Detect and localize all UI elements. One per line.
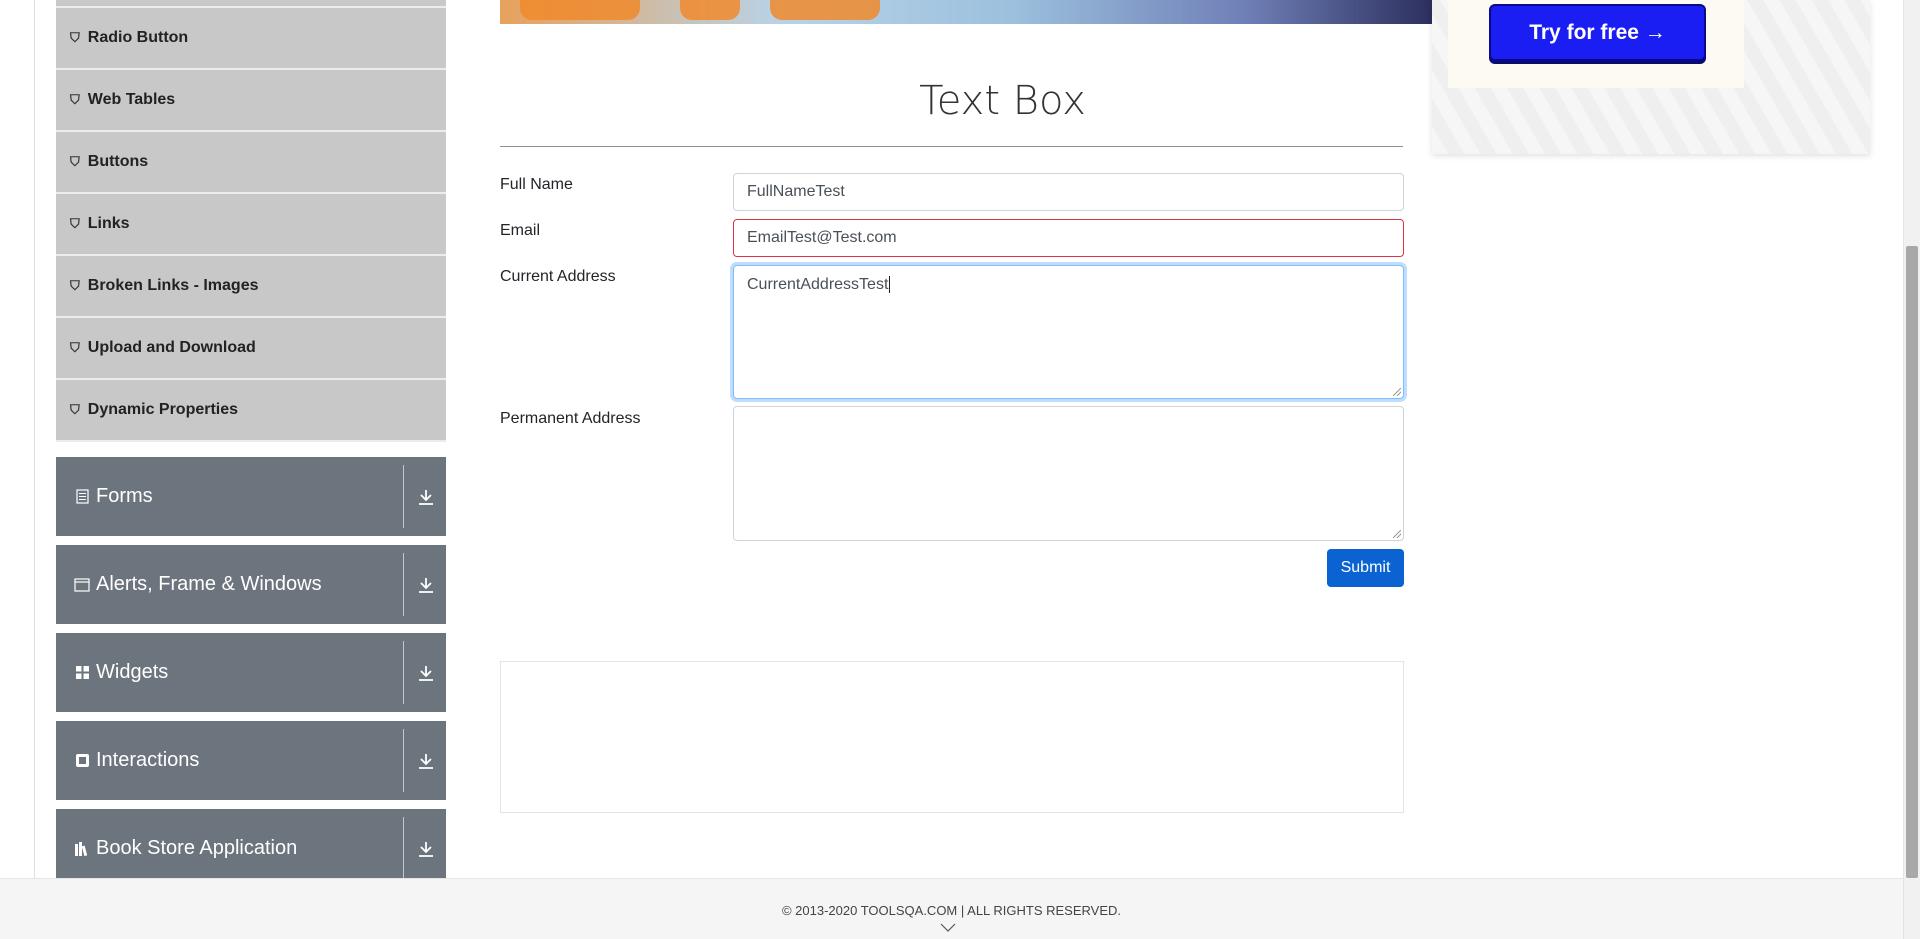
html5-icon: ⛉ [70, 402, 80, 417]
sidebar-item-broken-links[interactable]: ⛉ Broken Links - Images [56, 256, 446, 318]
html5-icon: ⛉ [70, 92, 80, 107]
sidebar-item-label: Web Tables [87, 91, 176, 108]
try-for-free-button[interactable]: Try for free → [1489, 4, 1706, 61]
sidebar-item-label: Broken Links - Images [87, 277, 259, 294]
chevron-down-icon[interactable] [940, 923, 956, 933]
html5-icon: ⛉ [70, 216, 80, 231]
download-icon[interactable] [414, 661, 438, 685]
current-address-value: CurrentAddressTest [747, 276, 889, 293]
sidebar-item-upload-download[interactable]: ⛉ Upload and Download [56, 318, 446, 380]
banner-shape [680, 0, 740, 20]
sidebar-item-label: Upload and Download [87, 339, 256, 356]
sidebar-item-links[interactable]: ⛉ Links [56, 194, 446, 256]
full-name-value: FullNameTest [747, 183, 845, 200]
sidebar-item-label: Dynamic Properties [87, 401, 239, 418]
download-icon[interactable] [414, 749, 438, 773]
left-rail [34, 0, 35, 878]
sidebar-item-label: Buttons [87, 153, 149, 170]
resize-handle[interactable] [1393, 530, 1401, 538]
sidebar-group-forms[interactable]: Forms [56, 457, 446, 536]
text-caret [889, 276, 891, 293]
interactions-icon [74, 753, 90, 769]
email-label: Email [500, 222, 541, 239]
sidebar-item-label: Radio Button [87, 29, 189, 46]
sidebar-item-buttons[interactable]: ⛉ Buttons [56, 132, 446, 194]
sidebar-item-dynamic-properties[interactable]: ⛉ Dynamic Properties [56, 380, 446, 442]
group-label: Forms [96, 485, 153, 507]
group-label: Interactions [96, 749, 200, 771]
email-input[interactable]: EmailTest@Test.com [733, 219, 1404, 257]
group-divider [403, 641, 404, 704]
window-icon [74, 577, 90, 593]
html5-icon: ⛉ [70, 30, 80, 45]
footer-copyright: © 2013-2020 TOOLSQA.COM | ALL RIGHTS RES… [781, 903, 1122, 918]
book-icon [74, 841, 90, 857]
output-box [500, 661, 1404, 813]
sidebar-group-interactions[interactable]: Interactions [56, 721, 446, 800]
html5-icon: ⛉ [70, 278, 80, 293]
permanent-address-textarea[interactable] [733, 406, 1404, 541]
download-icon[interactable] [414, 573, 438, 597]
sidebar-item-partial [56, 0, 446, 8]
group-divider [403, 729, 404, 792]
sidebar-group-widgets[interactable]: Widgets [56, 633, 446, 712]
resize-handle[interactable] [1393, 388, 1401, 396]
form-icon [74, 489, 90, 505]
sidebar-item-radio-button[interactable]: ⛉ Radio Button [56, 8, 446, 70]
sidebar: ⛉ Radio Button ⛉ Web Tables ⛉ Buttons ⛉ … [56, 0, 446, 888]
title-divider [500, 146, 1403, 147]
group-divider [403, 465, 404, 528]
sidebar-group-alerts[interactable]: Alerts, Frame & Windows [56, 545, 446, 624]
scrollbar-thumb[interactable] [1906, 246, 1918, 878]
group-divider [403, 553, 404, 616]
current-address-textarea[interactable]: CurrentAddressTest [733, 265, 1404, 399]
sidebar-item-label: Links [87, 215, 130, 232]
page-title: Text Box [919, 78, 1086, 124]
current-address-label: Current Address [500, 268, 616, 285]
footer: © 2013-2020 TOOLSQA.COM | ALL RIGHTS RES… [0, 878, 1903, 939]
full-name-input[interactable]: FullNameTest [733, 173, 1404, 211]
sidebar-item-web-tables[interactable]: ⛉ Web Tables [56, 70, 446, 132]
page: ⛉ Radio Button ⛉ Web Tables ⛉ Buttons ⛉ … [0, 0, 1920, 939]
banner-shape [770, 0, 880, 20]
submit-button[interactable]: Submit [1327, 549, 1404, 587]
group-label: Alerts, Frame & Windows [96, 573, 322, 595]
download-icon[interactable] [414, 485, 438, 509]
banner-ad-image[interactable] [500, 0, 1433, 24]
email-value: EmailTest@Test.com [747, 229, 897, 246]
group-label: Widgets [96, 661, 169, 683]
permanent-address-label: Permanent Address [500, 410, 641, 427]
scrollbar[interactable] [1903, 0, 1920, 939]
group-label: Book Store Application [96, 837, 298, 859]
widgets-icon [74, 665, 90, 681]
group-divider [403, 817, 404, 880]
sidebar-group-book-store[interactable]: Book Store Application [56, 809, 446, 888]
download-icon[interactable] [414, 837, 438, 861]
banner-shape [520, 0, 640, 20]
html5-icon: ⛉ [70, 340, 80, 355]
full-name-label: Full Name [500, 176, 573, 193]
html5-icon: ⛉ [70, 154, 80, 169]
